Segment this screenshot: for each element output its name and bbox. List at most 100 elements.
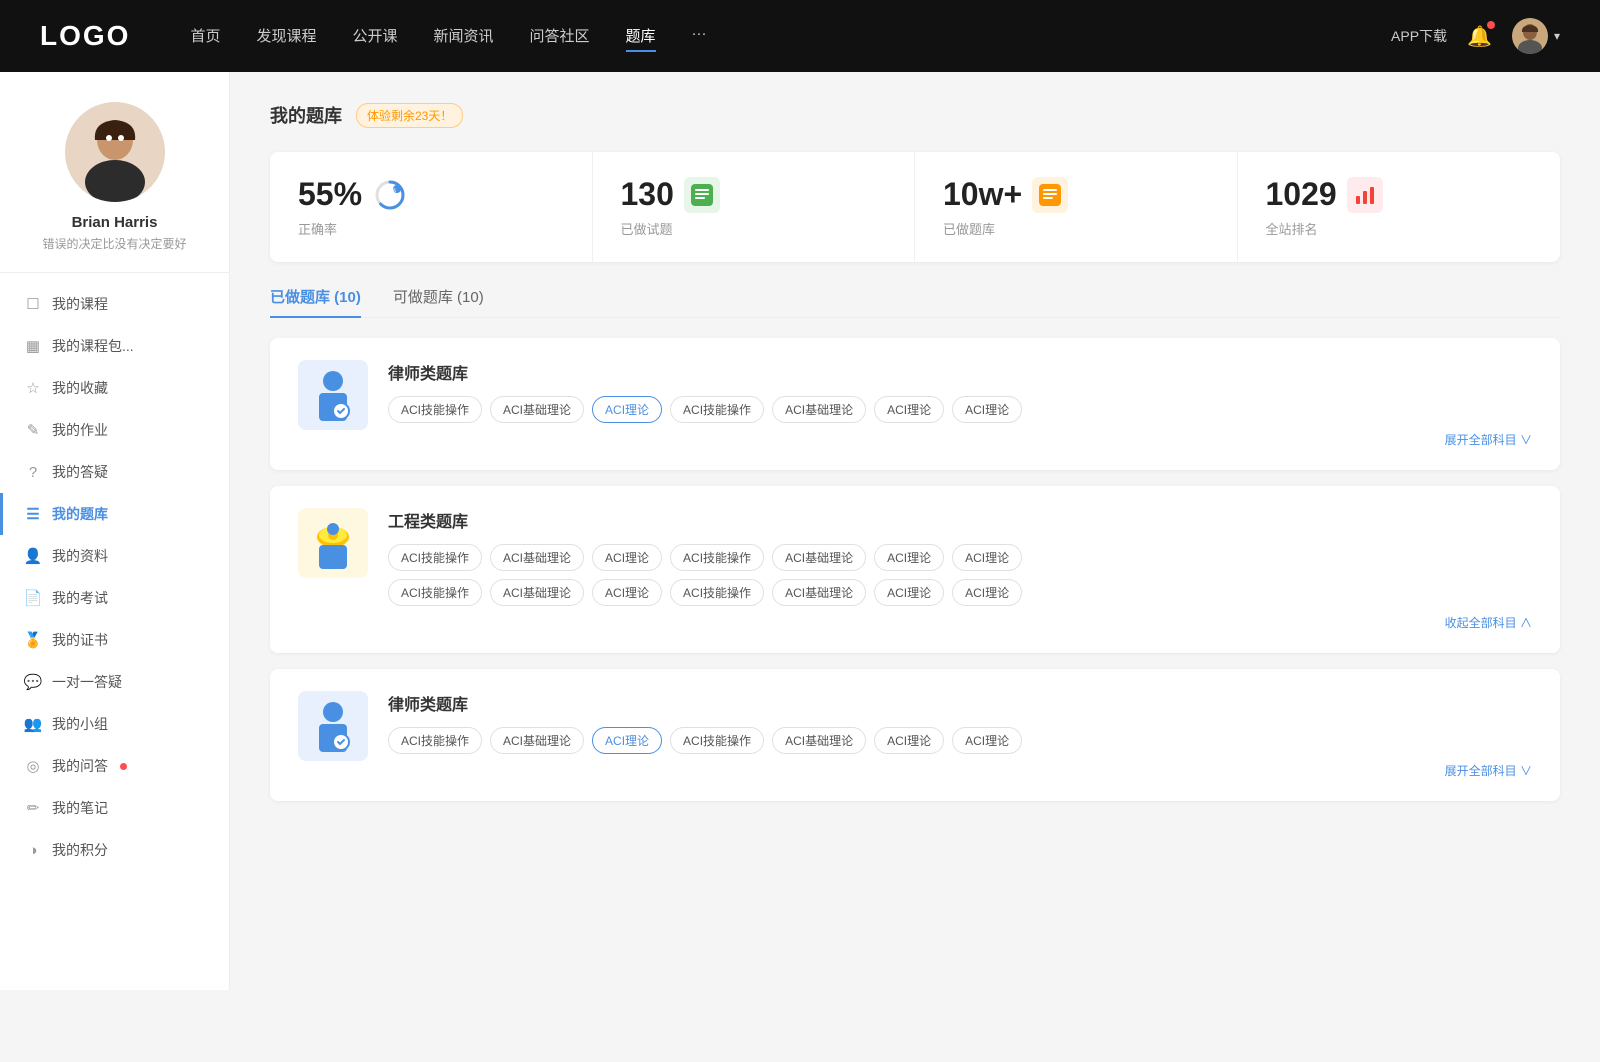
stat-done-banks: 10w+ 已做题库 xyxy=(915,152,1238,262)
chart-red-icon xyxy=(1347,177,1383,213)
tag-item[interactable]: ACI技能操作 xyxy=(388,544,482,571)
sidebar-item-group[interactable]: 👥 我的小组 xyxy=(0,703,229,745)
sidebar-item-label: 我的问答 xyxy=(52,756,108,776)
tabs-row: 已做题库 (10) 可做题库 (10) xyxy=(270,286,1560,318)
page-header: 我的题库 体验剩余23天！ xyxy=(270,102,1560,128)
notification-bell[interactable]: 🔔 xyxy=(1467,24,1492,49)
sidebar-item-qa[interactable]: ? 我的答疑 xyxy=(0,451,229,493)
tab-done-banks[interactable]: 已做题库 (10) xyxy=(270,286,361,317)
tag-item[interactable]: ACI理论 xyxy=(592,544,662,571)
sidebar-item-label: 我的小组 xyxy=(52,714,108,734)
bank-info-3: 律师类题库 ACI技能操作 ACI基础理论 ACI理论 ACI技能操作 ACI基… xyxy=(388,691,1532,779)
user-avatar-wrap[interactable]: ▾ xyxy=(1512,18,1560,54)
app-download-link[interactable]: APP下载 xyxy=(1391,26,1447,46)
tag-item[interactable]: ACI理论 xyxy=(952,544,1022,571)
tag-item[interactable]: ACI理论 xyxy=(952,727,1022,754)
tag-item[interactable]: ACI基础理论 xyxy=(490,579,584,606)
sidebar-item-bank[interactable]: ☰ 我的题库 xyxy=(0,493,229,535)
tag-item[interactable]: ACI理论 xyxy=(592,579,662,606)
sidebar-item-label: 我的笔记 xyxy=(52,798,108,818)
qa-red-dot xyxy=(120,763,127,770)
tag-item[interactable]: ACI基础理论 xyxy=(772,579,866,606)
stat-accuracy-label: 正确率 xyxy=(298,219,564,238)
sidebar-item-label: 我的证书 xyxy=(52,630,108,650)
nav-more[interactable]: ··· xyxy=(692,21,707,52)
chevron-down-icon: ▾ xyxy=(1554,29,1560,43)
sidebar-item-one-on-one[interactable]: 💬 一对一答疑 xyxy=(0,661,229,703)
stat-done-questions-label: 已做试题 xyxy=(621,219,887,238)
tag-item[interactable]: ACI理论 xyxy=(952,396,1022,423)
nav-qa[interactable]: 问答社区 xyxy=(530,21,590,52)
tag-item[interactable]: ACI技能操作 xyxy=(388,727,482,754)
bank-info: 律师类题库 ACI技能操作 ACI基础理论 ACI理论 ACI技能操作 ACI基… xyxy=(388,360,1532,448)
sidebar-item-exam[interactable]: 📄 我的考试 xyxy=(0,577,229,619)
tab-available-banks[interactable]: 可做题库 (10) xyxy=(393,286,484,317)
tags-row-1: ACI技能操作 ACI基础理论 ACI理论 ACI技能操作 ACI基础理论 AC… xyxy=(388,396,1532,423)
sidebar-item-cert[interactable]: 🏅 我的证书 xyxy=(0,619,229,661)
sidebar-item-my-qa[interactable]: ◎ 我的问答 xyxy=(0,745,229,787)
main-nav: 首页 发现课程 公开课 新闻资讯 问答社区 题库 ··· xyxy=(190,21,1391,52)
bank-card-lawyer-1: 律师类题库 ACI技能操作 ACI基础理论 ACI理论 ACI技能操作 ACI基… xyxy=(270,338,1560,470)
tag-item[interactable]: ACI基础理论 xyxy=(490,544,584,571)
stats-row: 55% % 正确率 130 xyxy=(270,152,1560,262)
tag-item[interactable]: ACI基础理论 xyxy=(772,544,866,571)
nav-open-course[interactable]: 公开课 xyxy=(352,21,397,52)
stat-done-questions: 130 已做试题 xyxy=(593,152,916,262)
tag-item[interactable]: ACI技能操作 xyxy=(388,579,482,606)
engineer-icon xyxy=(298,508,368,578)
sidebar-item-course-packages[interactable]: ▦ 我的课程包... xyxy=(0,325,229,367)
expand-link-3[interactable]: 展开全部科目 ∨ xyxy=(388,762,1532,779)
tag-item[interactable]: ACI理论 xyxy=(874,396,944,423)
notification-badge xyxy=(1487,21,1495,29)
sidebar-item-homework[interactable]: ✎ 我的作业 xyxy=(0,409,229,451)
tag-item[interactable]: ACI理论 xyxy=(874,727,944,754)
nav-bank[interactable]: 题库 xyxy=(626,21,656,52)
sidebar-item-label: 我的答疑 xyxy=(52,462,108,482)
tag-item[interactable]: ACI技能操作 xyxy=(670,544,764,571)
note-icon: ✏ xyxy=(24,799,42,817)
sidebar-menu: ☐ 我的课程 ▦ 我的课程包... ☆ 我的收藏 ✎ 我的作业 ? 我的答疑 ☰… xyxy=(0,283,229,871)
tag-item[interactable]: ACI基础理论 xyxy=(772,396,866,423)
svg-text:%: % xyxy=(392,188,397,194)
star-icon: ☆ xyxy=(24,379,42,397)
stat-rank-value: 1029 xyxy=(1266,176,1337,213)
tag-item[interactable]: ACI理论 xyxy=(874,579,944,606)
points-icon: ◑ xyxy=(24,841,42,859)
bank-card-header-2: 工程类题库 ACI技能操作 ACI基础理论 ACI理论 ACI技能操作 ACI基… xyxy=(298,508,1532,631)
page-layout: Brian Harris 错误的决定比没有决定要好 ☐ 我的课程 ▦ 我的课程包… xyxy=(0,72,1600,990)
sidebar-item-my-courses[interactable]: ☐ 我的课程 xyxy=(0,283,229,325)
sidebar-item-notes[interactable]: ✏ 我的笔记 xyxy=(0,787,229,829)
stat-done-banks-label: 已做题库 xyxy=(943,219,1209,238)
tag-item[interactable]: ACI基础理论 xyxy=(490,396,584,423)
sidebar-item-label: 我的资料 xyxy=(52,546,108,566)
tag-item-active[interactable]: ACI理论 xyxy=(592,727,662,754)
nav-news[interactable]: 新闻资讯 xyxy=(434,21,494,52)
bank-name: 律师类题库 xyxy=(388,360,1532,384)
tag-item[interactable]: ACI技能操作 xyxy=(670,579,764,606)
logo[interactable]: LOGO xyxy=(40,20,130,52)
profile-icon: 👤 xyxy=(24,547,42,565)
sidebar-item-label: 我的课程 xyxy=(52,294,108,314)
sidebar-item-profile[interactable]: 👤 我的资料 xyxy=(0,535,229,577)
qa-icon: ◎ xyxy=(24,757,42,775)
nav-discover[interactable]: 发现课程 xyxy=(256,21,316,52)
main-header: LOGO 首页 发现课程 公开课 新闻资讯 问答社区 题库 ··· APP下载 … xyxy=(0,0,1600,72)
nav-home[interactable]: 首页 xyxy=(190,21,220,52)
tag-item-active[interactable]: ACI理论 xyxy=(592,396,662,423)
sidebar-item-label: 我的收藏 xyxy=(52,378,108,398)
bank-card-lawyer-2: 律师类题库 ACI技能操作 ACI基础理论 ACI理论 ACI技能操作 ACI基… xyxy=(270,669,1560,801)
sidebar-item-favorites[interactable]: ☆ 我的收藏 xyxy=(0,367,229,409)
tag-item[interactable]: ACI技能操作 xyxy=(670,396,764,423)
profile-section: Brian Harris 错误的决定比没有决定要好 xyxy=(0,102,229,273)
tag-item[interactable]: ACI理论 xyxy=(952,579,1022,606)
tag-item[interactable]: ACI基础理论 xyxy=(490,727,584,754)
expand-link[interactable]: 展开全部科目 ∨ xyxy=(388,431,1532,448)
tags-row-2a: ACI技能操作 ACI基础理论 ACI理论 ACI技能操作 ACI基础理论 AC… xyxy=(388,544,1532,571)
tag-item[interactable]: ACI理论 xyxy=(874,544,944,571)
tag-item[interactable]: ACI技能操作 xyxy=(388,396,482,423)
tag-item[interactable]: ACI技能操作 xyxy=(670,727,764,754)
tag-item[interactable]: ACI基础理论 xyxy=(772,727,866,754)
bank-card-header-3: 律师类题库 ACI技能操作 ACI基础理论 ACI理论 ACI技能操作 ACI基… xyxy=(298,691,1532,779)
collapse-link[interactable]: 收起全部科目 ∧ xyxy=(388,614,1532,631)
sidebar-item-points[interactable]: ◑ 我的积分 xyxy=(0,829,229,871)
